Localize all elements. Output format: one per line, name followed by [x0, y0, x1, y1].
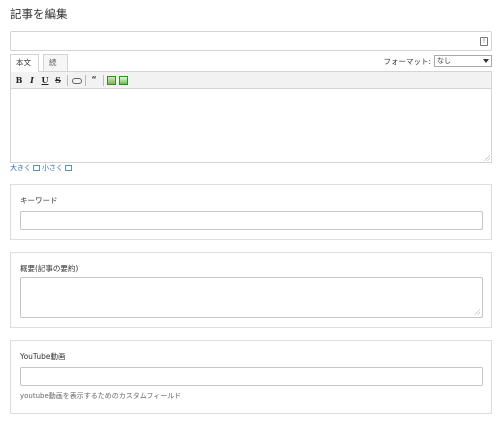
youtube-input[interactable]	[20, 367, 483, 386]
strikethrough-button[interactable]: S	[53, 74, 63, 86]
tab-continuation[interactable]: 続き	[43, 54, 68, 83]
enlarge-icon[interactable]	[33, 165, 40, 171]
shrink-link[interactable]: 小さく	[42, 163, 63, 173]
youtube-panel: YouTube動画 youtube動画を表示するためのカスタムフィールド	[10, 340, 492, 414]
editor-toolbar: B I U S “	[10, 71, 492, 89]
entry-title-input[interactable]: !	[10, 31, 492, 51]
resize-handle-icon[interactable]	[484, 155, 490, 161]
link-icon[interactable]	[71, 74, 82, 86]
youtube-hint: youtube動画を表示するためのカスタムフィールド	[20, 392, 182, 400]
page-title: 記事を編集	[10, 7, 68, 21]
format-select-value: なし	[437, 57, 451, 65]
editor-size-controls: 大きく 小さく	[10, 163, 492, 173]
format-control: フォーマット: なし	[383, 55, 492, 67]
image-upload-icon[interactable]	[119, 75, 128, 85]
youtube-label: YouTube動画	[20, 352, 66, 361]
keyword-input[interactable]	[20, 211, 483, 230]
underline-button[interactable]: U	[40, 74, 50, 86]
keyword-panel: キーワード	[10, 184, 492, 240]
image-icon[interactable]	[107, 75, 116, 85]
chevron-down-icon	[483, 59, 489, 63]
enlarge-link[interactable]: 大きく	[10, 163, 31, 173]
summary-label: 概要(記事の要約)	[20, 264, 79, 273]
toolbar-divider	[67, 74, 68, 86]
keyword-label: キーワード	[20, 196, 58, 205]
resize-handle-icon[interactable]	[474, 309, 480, 315]
format-select[interactable]: なし	[434, 55, 492, 67]
blockquote-button[interactable]: “	[89, 74, 99, 86]
field-menu-icon[interactable]: !	[480, 37, 488, 46]
shrink-icon[interactable]	[65, 165, 72, 171]
summary-panel: 概要(記事の要約)	[10, 252, 492, 328]
italic-button[interactable]: I	[27, 74, 37, 86]
toolbar-divider	[85, 74, 86, 86]
summary-textarea[interactable]	[20, 277, 483, 318]
toolbar-divider	[103, 74, 104, 86]
bold-button[interactable]: B	[14, 74, 24, 86]
body-editor[interactable]	[10, 89, 492, 163]
tab-body[interactable]: 本文	[10, 54, 39, 72]
format-label: フォーマット:	[383, 56, 431, 66]
